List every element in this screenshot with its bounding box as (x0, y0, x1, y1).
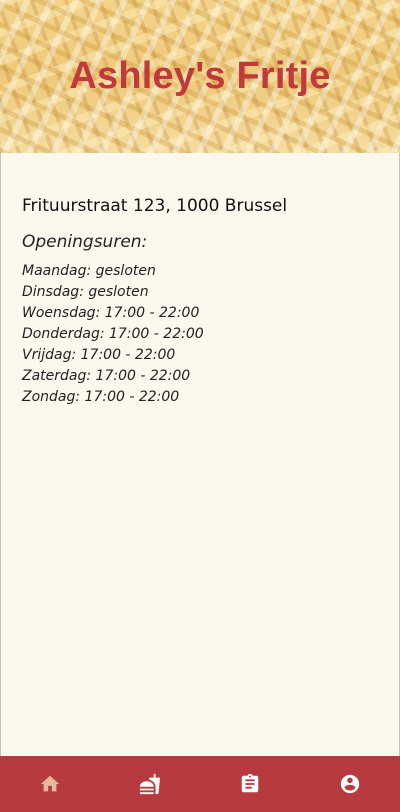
hours-item-friday: Vrijdag: 17:00 - 22:00 (22, 347, 176, 363)
account-icon (340, 774, 360, 794)
fastfood-icon (139, 773, 161, 795)
address-text: Frituurstraat 123, 1000 Brussel (22, 196, 288, 216)
hours-item-tuesday: Dinsdag: gesloten (22, 284, 149, 300)
hours-item-saturday: Zaterdag: 17:00 - 22:00 (22, 368, 191, 384)
nav-orders-button[interactable] (225, 764, 275, 804)
home-icon (40, 775, 60, 792)
page-title: Ashley's Fritje (69, 55, 331, 97)
clipboard-icon (241, 773, 259, 793)
nav-home-button[interactable] (25, 764, 75, 804)
bottom-navigation (0, 756, 400, 812)
hours-item-sunday: Zondag: 17:00 - 22:00 (22, 389, 180, 405)
opening-hours-list: Maandag: gesloten Dinsdag: gesloten Woen… (22, 261, 204, 408)
hours-item-monday: Maandag: gesloten (22, 263, 156, 279)
hours-item-thursday: Donderdag: 17:00 - 22:00 (22, 326, 204, 342)
nav-menu-button[interactable] (125, 764, 175, 804)
nav-account-button[interactable] (325, 764, 375, 804)
hero-banner: Ashley's Fritje (0, 0, 400, 153)
opening-hours-heading: Openingsuren: (22, 232, 148, 252)
hours-item-wednesday: Woensdag: 17:00 - 22:00 (22, 305, 200, 321)
